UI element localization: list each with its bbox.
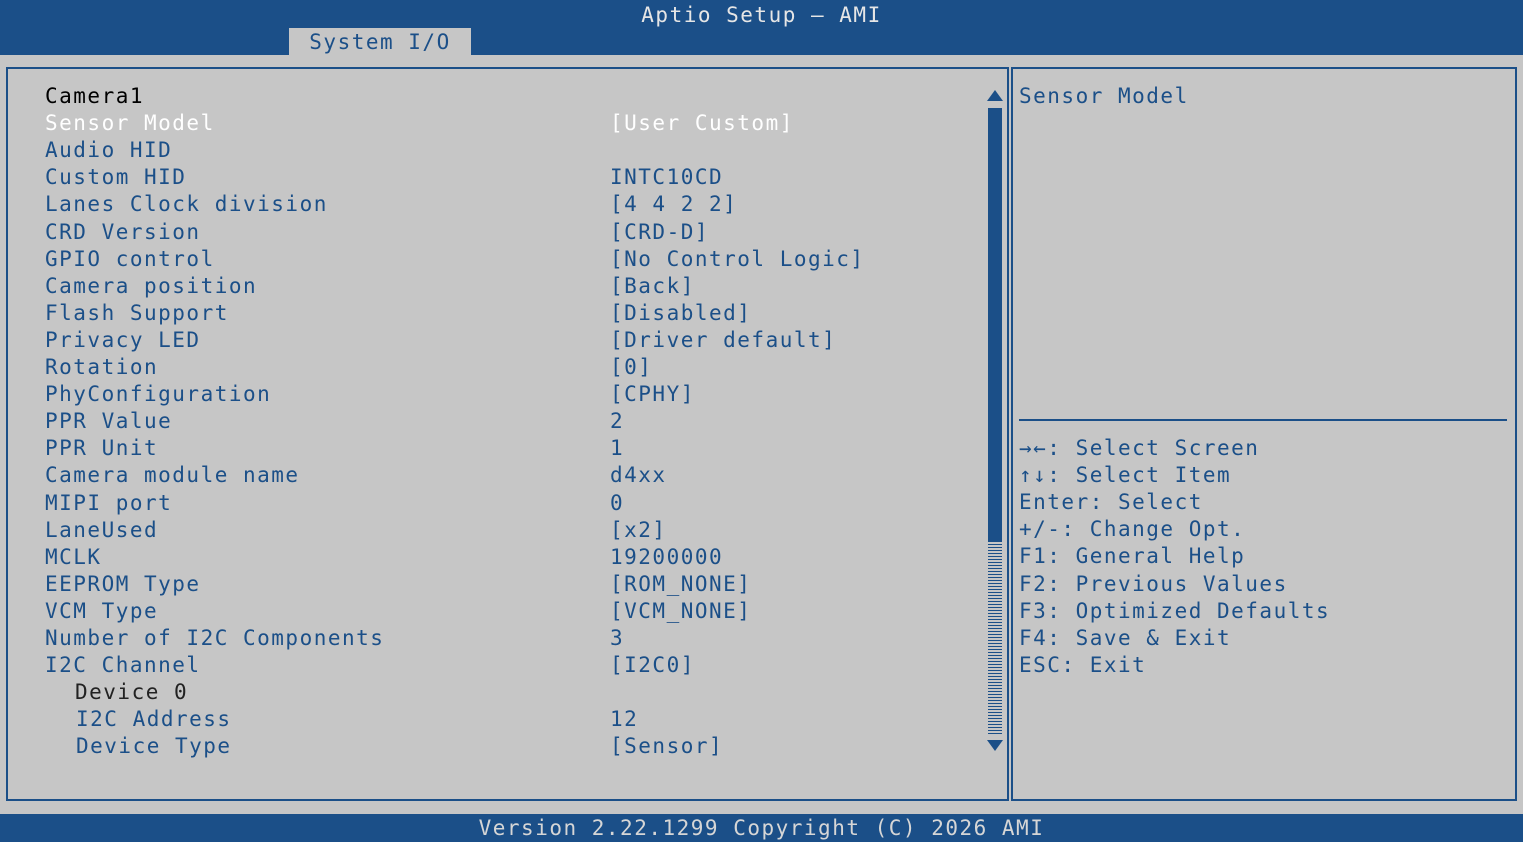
setting-row[interactable]: Flash Support [Disabled] bbox=[0, 300, 980, 327]
help-panel bbox=[1011, 67, 1517, 801]
setting-label: Audio HID bbox=[45, 138, 173, 163]
setting-value[interactable]: [User Custom] bbox=[610, 110, 794, 137]
tab-system-io[interactable]: System I/O bbox=[289, 28, 471, 55]
setting-value[interactable]: [Driver default] bbox=[610, 327, 836, 354]
setting-label: Sensor Model bbox=[45, 111, 215, 136]
setting-row[interactable]: Camera module name d4xx bbox=[0, 462, 980, 489]
setting-row[interactable]: VCM Type [VCM_NONE] bbox=[0, 598, 980, 625]
setting-row[interactable]: Lanes Clock division [4 4 2 2] bbox=[0, 191, 980, 218]
key-hint: F4: Save & Exit bbox=[1019, 625, 1232, 650]
key-hint: F3: Optimized Defaults bbox=[1019, 598, 1331, 623]
setting-value[interactable]: [CRD-D] bbox=[610, 219, 709, 246]
help-title: Sensor Model bbox=[1019, 84, 1189, 108]
setting-label: Camera1 bbox=[45, 84, 145, 108]
setting-label: EEPROM Type bbox=[45, 571, 201, 596]
setting-label: I2C Address bbox=[76, 707, 232, 732]
setting-value[interactable]: 0 bbox=[610, 490, 624, 517]
setting-value[interactable]: [I2C0] bbox=[610, 652, 695, 679]
setting-value[interactable]: [VCM_NONE] bbox=[610, 598, 751, 625]
setting-label: Camera module name bbox=[45, 463, 300, 488]
footer-version: Version 2.22.1299 Copyright (C) 2026 AMI bbox=[0, 814, 1523, 842]
key-hint: ↑↓: Select Item bbox=[1019, 463, 1232, 488]
setting-row[interactable]: LaneUsed [x2] bbox=[0, 517, 980, 544]
setting-value[interactable]: [Disabled] bbox=[610, 300, 751, 327]
device-setting-row[interactable]: Device Type [Sensor] bbox=[0, 733, 980, 760]
help-divider bbox=[1019, 419, 1507, 421]
setting-label: VCM Type bbox=[45, 598, 159, 623]
setting-label: PhyConfiguration bbox=[45, 382, 272, 407]
setting-value[interactable]: INTC10CD bbox=[610, 164, 723, 191]
setting-label: Flash Support bbox=[45, 300, 229, 325]
key-hint: F2: Previous Values bbox=[1019, 571, 1288, 596]
setting-value[interactable]: 1 bbox=[610, 435, 624, 462]
setting-value[interactable]: d4xx bbox=[610, 462, 667, 489]
setting-label: MCLK bbox=[45, 544, 102, 569]
key-hint: →←: Select Screen bbox=[1019, 436, 1260, 460]
setting-value[interactable]: [x2] bbox=[610, 517, 667, 544]
setting-value[interactable]: 19200000 bbox=[610, 544, 723, 571]
section-title: Camera1 bbox=[0, 83, 980, 110]
setting-row[interactable]: Privacy LED [Driver default] bbox=[0, 327, 980, 354]
setting-row[interactable]: Custom HID INTC10CD bbox=[0, 164, 980, 191]
setting-label: Number of I2C Components bbox=[45, 626, 385, 650]
setting-label: I2C Channel bbox=[45, 653, 201, 678]
scroll-up-arrow-icon[interactable] bbox=[987, 90, 1003, 101]
setting-row[interactable]: PPR Value 2 bbox=[0, 408, 980, 435]
setting-value[interactable]: [ROM_NONE] bbox=[610, 571, 751, 598]
setting-label: GPIO control bbox=[45, 246, 215, 271]
setting-row[interactable]: Camera position [Back] bbox=[0, 273, 980, 300]
setting-label: Rotation bbox=[45, 355, 159, 379]
setting-label: MIPI port bbox=[45, 490, 173, 515]
key-hint: ESC: Exit bbox=[1019, 652, 1147, 677]
setting-value[interactable]: [Back] bbox=[610, 273, 695, 300]
setting-row[interactable]: I2C Channel [I2C0] bbox=[0, 652, 980, 679]
setting-label: LaneUsed bbox=[45, 517, 159, 542]
setting-row[interactable]: EEPROM Type [ROM_NONE] bbox=[0, 571, 980, 598]
setting-row[interactable]: GPIO control [No Control Logic] bbox=[0, 246, 980, 273]
scrollbar-thumb[interactable] bbox=[988, 108, 1002, 541]
setting-label: Device 0 bbox=[75, 680, 189, 705]
setting-label: PPR Unit bbox=[45, 436, 159, 461]
subsection-title: Device 0 bbox=[0, 679, 980, 706]
setting-row[interactable]: Sensor Model [User Custom] bbox=[0, 110, 980, 137]
setting-row[interactable]: CRD Version [CRD-D] bbox=[0, 219, 980, 246]
setting-row[interactable]: PPR Unit 1 bbox=[0, 435, 980, 462]
setting-row[interactable]: Audio HID bbox=[0, 137, 980, 164]
setting-value[interactable]: 2 bbox=[610, 408, 624, 435]
setting-value[interactable]: 3 bbox=[610, 625, 624, 652]
setting-label: CRD Version bbox=[45, 219, 201, 244]
key-hint: Enter: Select bbox=[1019, 490, 1203, 515]
setting-label: Camera position bbox=[45, 273, 258, 298]
scroll-down-arrow-icon[interactable] bbox=[987, 740, 1003, 751]
setting-row[interactable]: PhyConfiguration [CPHY] bbox=[0, 381, 980, 408]
setting-label: Privacy LED bbox=[45, 327, 201, 352]
setting-value[interactable]: [No Control Logic] bbox=[610, 246, 865, 273]
setting-value[interactable]: [Sensor] bbox=[610, 733, 723, 760]
title-bar: Aptio Setup – AMI System I/O bbox=[0, 0, 1523, 55]
setting-value[interactable]: 12 bbox=[610, 706, 638, 733]
setting-label: Device Type bbox=[76, 734, 232, 759]
setting-value[interactable]: [CPHY] bbox=[610, 381, 695, 408]
setting-value[interactable]: [4 4 2 2] bbox=[610, 191, 737, 218]
setting-value[interactable]: [0] bbox=[610, 354, 652, 381]
setting-row[interactable]: Number of I2C Components 3 bbox=[0, 625, 980, 652]
setting-label: Custom HID bbox=[45, 165, 187, 190]
key-hint: +/-: Change Opt. bbox=[1019, 517, 1246, 542]
setting-row[interactable]: Rotation [0] bbox=[0, 354, 980, 381]
setting-label: PPR Value bbox=[45, 409, 173, 434]
setting-row[interactable]: MCLK 19200000 bbox=[0, 544, 980, 571]
key-hint: F1: General Help bbox=[1019, 544, 1246, 569]
setting-row[interactable]: MIPI port 0 bbox=[0, 490, 980, 517]
app-title: Aptio Setup – AMI bbox=[641, 3, 882, 27]
device-setting-row[interactable]: I2C Address 12 bbox=[0, 706, 980, 733]
setting-label: Lanes Clock division bbox=[45, 192, 328, 217]
